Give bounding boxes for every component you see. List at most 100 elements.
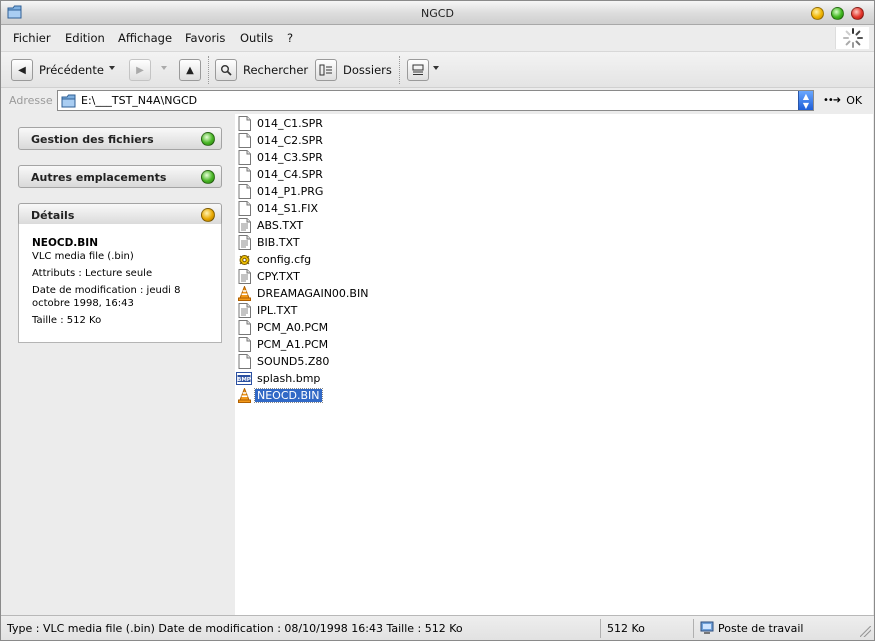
blank-file-icon bbox=[238, 149, 251, 165]
list-item[interactable]: 014_S1.FIX bbox=[238, 200, 320, 216]
forward-button[interactable]: ▶ bbox=[129, 59, 151, 81]
search-button[interactable]: Rechercher bbox=[215, 59, 308, 81]
file-name-label: splash.bmp bbox=[257, 371, 321, 385]
up-folder-button[interactable]: ▲ bbox=[179, 59, 201, 81]
file-name-label: NEOCD.BIN bbox=[254, 387, 323, 403]
throbber-icon bbox=[843, 28, 863, 48]
text-file-icon bbox=[238, 234, 251, 250]
back-history-chevron-icon[interactable] bbox=[109, 66, 115, 70]
go-label: OK bbox=[846, 94, 863, 107]
text-file-icon bbox=[238, 268, 251, 284]
views-chevron-down-icon[interactable] bbox=[433, 66, 439, 70]
details-size: Taille : 512 Ko bbox=[32, 315, 102, 326]
file-list[interactable]: 014_C1.SPR 014_C2.SPR 014_C3.SPR 014_C4.SPR… bbox=[235, 114, 873, 615]
list-item[interactable]: CPY.TXT bbox=[238, 268, 302, 284]
toolbar-separator bbox=[399, 56, 401, 84]
menu-edition[interactable]: Edition bbox=[65, 31, 105, 45]
expand-orb-icon[interactable] bbox=[201, 170, 215, 184]
file-name-label: ABS.TXT bbox=[257, 218, 304, 232]
file-name-label: CPY.TXT bbox=[257, 269, 300, 283]
file-name-label: SOUND5.Z80 bbox=[257, 354, 330, 368]
views-button[interactable] bbox=[407, 59, 429, 81]
go-button[interactable]: ••➜ OK bbox=[823, 94, 862, 107]
panel-title: Gestion des fichiers bbox=[31, 133, 154, 146]
list-item[interactable]: BMP splash.bmp bbox=[236, 370, 322, 386]
details-file-name: NEOCD.BIN bbox=[32, 237, 98, 249]
status-zone: Poste de travail bbox=[718, 622, 804, 635]
file-name-label: 014_C1.SPR bbox=[257, 116, 323, 130]
list-item[interactable]: 014_C3.SPR bbox=[238, 149, 325, 165]
task-pane: Gestion des fichiers Autres emplacements… bbox=[1, 114, 235, 615]
up-arrow-icon: ▲ bbox=[179, 59, 201, 81]
text-file-icon bbox=[238, 217, 251, 233]
blank-file-icon bbox=[238, 166, 251, 182]
search-icon bbox=[215, 59, 237, 81]
address-dropdown-icon[interactable]: ▲ ▼ bbox=[798, 91, 813, 110]
panel-title: Détails bbox=[31, 209, 75, 222]
list-item[interactable]: 014_P1.PRG bbox=[238, 183, 325, 199]
svg-text:BMP: BMP bbox=[237, 377, 251, 383]
file-name-label: PCM_A0.PCM bbox=[257, 320, 329, 334]
my-computer-icon bbox=[700, 621, 714, 634]
folder-icon bbox=[61, 94, 76, 108]
details-file-type: VLC media file (.bin) bbox=[32, 251, 134, 262]
folders-button[interactable]: Dossiers bbox=[315, 59, 392, 81]
back-button[interactable]: ◀ Précédente bbox=[11, 59, 104, 81]
vlc-cone-icon bbox=[238, 284, 251, 301]
search-label: Rechercher bbox=[243, 63, 309, 77]
details-modified-date: Date de modification : jeudi 8 bbox=[32, 285, 181, 296]
address-bar: Adresse E:\___TST_N4A\NGCD ▲ ▼ ••➜ OK bbox=[1, 89, 874, 113]
blank-file-icon bbox=[238, 336, 251, 352]
forward-history-chevron-icon[interactable] bbox=[161, 66, 167, 70]
file-tasks-panel-header[interactable]: Gestion des fichiers bbox=[18, 127, 222, 150]
blank-file-icon bbox=[238, 183, 251, 199]
menu-favoris[interactable]: Favoris bbox=[185, 31, 225, 45]
title-bar[interactable]: NGCD bbox=[1, 1, 874, 25]
list-item[interactable]: DREAMAGAIN00.BIN bbox=[238, 284, 370, 301]
list-item[interactable]: 014_C4.SPR bbox=[238, 166, 325, 182]
folders-pane-icon bbox=[315, 59, 337, 81]
list-item[interactable]: SOUND5.Z80 bbox=[238, 353, 331, 369]
list-item[interactable]: BIB.TXT bbox=[238, 234, 302, 250]
explorer-window: NGCD Fichier Edition Affichage Favoris O… bbox=[0, 0, 875, 641]
back-label: Précédente bbox=[39, 63, 104, 77]
maximize-button[interactable] bbox=[831, 7, 844, 20]
address-input[interactable]: E:\___TST_N4A\NGCD ▲ ▼ bbox=[57, 90, 814, 111]
blank-file-icon bbox=[238, 115, 251, 131]
list-item[interactable]: PCM_A1.PCM bbox=[238, 336, 330, 352]
minimize-button[interactable] bbox=[811, 7, 824, 20]
back-arrow-icon: ◀ bbox=[11, 59, 33, 81]
expand-orb-icon[interactable] bbox=[201, 132, 215, 146]
collapse-orb-icon[interactable] bbox=[201, 208, 215, 222]
menu-fichier[interactable]: Fichier bbox=[13, 31, 51, 45]
resize-grip-icon[interactable] bbox=[860, 626, 871, 637]
other-places-panel-header[interactable]: Autres emplacements bbox=[18, 165, 222, 188]
forward-arrow-icon: ▶ bbox=[129, 59, 151, 81]
list-item[interactable]: 014_C1.SPR bbox=[238, 115, 325, 131]
menu-affichage[interactable]: Affichage bbox=[118, 31, 172, 45]
close-button[interactable] bbox=[851, 7, 864, 20]
text-file-icon bbox=[238, 302, 251, 318]
file-name-label: config.cfg bbox=[257, 252, 312, 266]
file-name-label: 014_P1.PRG bbox=[257, 184, 324, 198]
config-file-icon bbox=[238, 252, 251, 267]
details-panel-body: NEOCD.BIN VLC media file (.bin) Attribut… bbox=[18, 224, 222, 343]
menu-outils[interactable]: Outils bbox=[240, 31, 273, 45]
activity-throbber bbox=[835, 27, 869, 49]
menu-help[interactable]: ? bbox=[287, 31, 293, 45]
file-name-label: 014_S1.FIX bbox=[257, 201, 319, 215]
list-item[interactable]: PCM_A0.PCM bbox=[238, 319, 330, 335]
list-item[interactable]: 014_C2.SPR bbox=[238, 132, 325, 148]
views-icon bbox=[407, 59, 429, 81]
list-item[interactable]: ABS.TXT bbox=[238, 217, 305, 233]
file-name-label: DREAMAGAIN00.BIN bbox=[257, 286, 369, 300]
details-modified-date-cont: octobre 1998, 16:43 bbox=[32, 298, 134, 309]
list-item[interactable]: IPL.TXT bbox=[238, 302, 299, 318]
status-bar: Type : VLC media file (.bin) Date de mod… bbox=[1, 615, 874, 640]
list-item[interactable]: NEOCD.BIN bbox=[238, 386, 323, 403]
toolbar: ◀ Précédente ▶ ▲ Rechercher Dossiers bbox=[1, 51, 874, 88]
go-arrow-icon: ••➜ bbox=[823, 95, 841, 106]
blank-file-icon bbox=[238, 319, 251, 335]
list-item[interactable]: config.cfg bbox=[238, 251, 313, 267]
details-panel-header[interactable]: Détails bbox=[18, 203, 222, 226]
